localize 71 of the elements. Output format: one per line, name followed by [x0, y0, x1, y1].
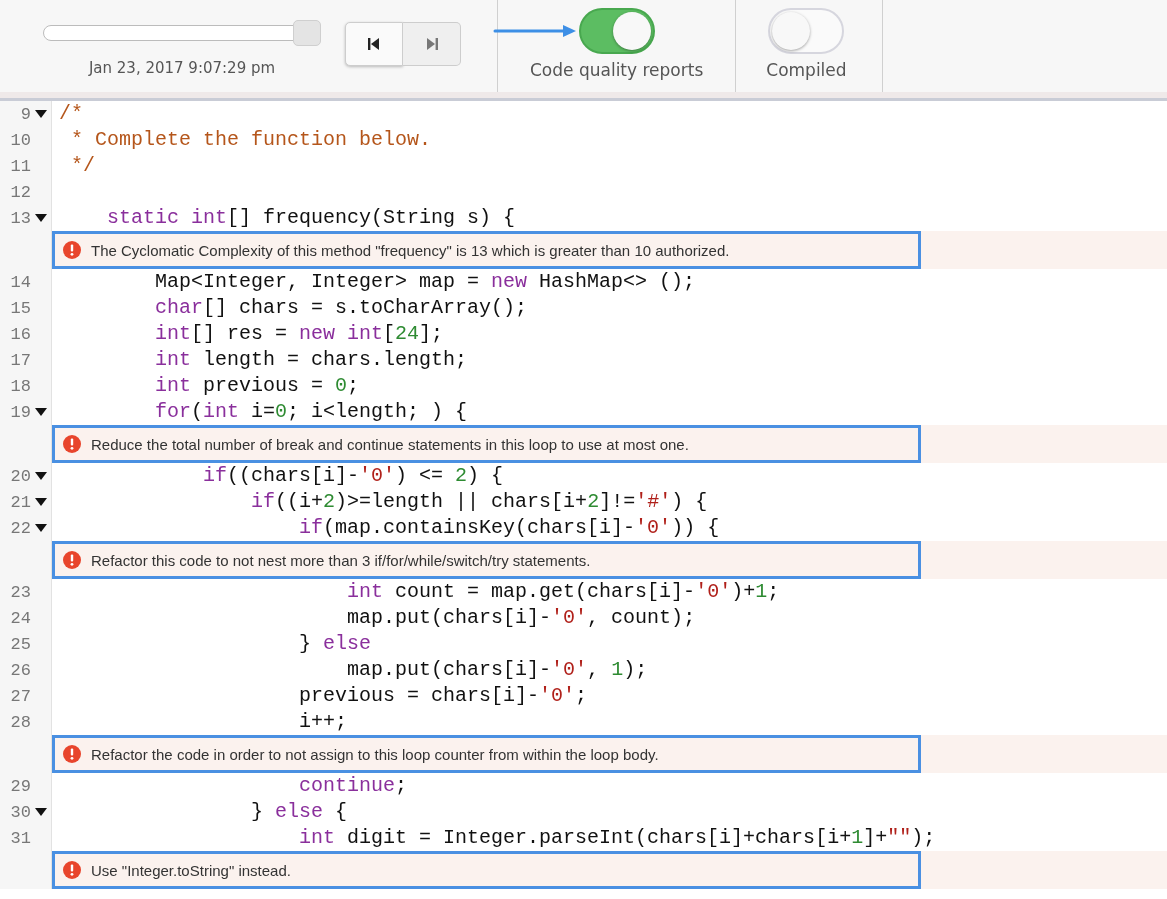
line-number: 24 [10, 608, 31, 628]
line-number: 22 [10, 518, 31, 538]
error-icon [63, 745, 81, 763]
code-line: static int[] frequency(String s) { [106, 206, 516, 229]
timestamp-label: Jan 23, 2017 9:07:29 pm [88, 59, 276, 77]
issue-text: Reduce the total number of break and continue statements in this loop to use at most one. [91, 435, 689, 453]
line-number: 18 [10, 376, 31, 396]
code-line: } else [298, 632, 372, 655]
line-number: 21 [10, 492, 31, 512]
code-line: /* [59, 102, 83, 125]
line-number: 19 [10, 402, 31, 422]
toggle-label: Code quality reports [530, 60, 704, 80]
slider-thumb[interactable] [293, 20, 321, 46]
line-number: 31 [10, 828, 31, 848]
toggle-switch[interactable] [578, 8, 655, 54]
line-number: 15 [10, 298, 31, 318]
error-icon [63, 861, 81, 879]
fold-arrow-icon[interactable] [35, 214, 47, 222]
code-line: */ [70, 154, 95, 177]
code-line: if((i+2)>=length || chars[i+2]!='#') { [250, 490, 708, 513]
code-line: i++; [298, 710, 348, 733]
line-number: 14 [10, 272, 31, 292]
error-icon [63, 551, 81, 569]
issue-text: The Cyclomatic Complexity of this method "frequency" is 13 which is greater than 10 authorized. [91, 241, 730, 259]
skip-to-start-icon [367, 37, 381, 51]
line-number: 10 [10, 130, 31, 150]
error-icon [63, 241, 81, 259]
issue-text: Use "Integer.toString" instead. [91, 861, 291, 879]
skip-to-end-icon [424, 37, 439, 51]
line-number: 11 [10, 156, 31, 176]
code-line: int digit = Integer.parseInt(chars[i]+chars[i+1]+""); [298, 826, 936, 849]
fold-arrow-icon[interactable] [35, 110, 47, 118]
fold-arrow-icon[interactable] [35, 524, 47, 532]
code-line: map.put(chars[i]-'0', count); [346, 606, 696, 629]
code-line: int count = map.get(chars[i]-'0')+1; [346, 580, 780, 603]
code-line: int previous = 0; [154, 374, 360, 397]
code-line: * Complete the function below. [70, 128, 432, 151]
line-number: 12 [10, 182, 31, 202]
fold-arrow-icon[interactable] [35, 472, 47, 480]
fold-arrow-icon[interactable] [35, 808, 47, 816]
code-line: previous = chars[i]-'0'; [298, 684, 588, 707]
line-number: 29 [10, 776, 31, 796]
code-line: char[] chars = s.toCharArray(); [154, 296, 528, 319]
line-number: 26 [10, 660, 31, 680]
line-number: 16 [10, 324, 31, 344]
line-number: 27 [10, 686, 31, 706]
toggle-label: Compiled [766, 60, 847, 80]
code-line: map.put(chars[i]-'0', 1); [346, 658, 648, 681]
code-line: int length = chars.length; [154, 348, 468, 371]
fold-arrow-icon[interactable] [35, 408, 47, 416]
line-number: 9 [20, 104, 31, 124]
line-number: 13 [10, 208, 31, 228]
timeline-slider[interactable] [43, 20, 321, 46]
line-number: 25 [10, 634, 31, 654]
code-line: Map<Integer, Integer> map = new HashMap<> (); [154, 270, 696, 293]
step-button[interactable] [345, 22, 403, 66]
code-line: } else { [250, 800, 348, 823]
code-line: continue; [298, 774, 408, 797]
code-line: if((chars[i]-'0') <= 2) { [202, 464, 504, 487]
fold-arrow-icon[interactable] [35, 498, 47, 506]
code-line: for(int i=0; i<length; ) { [154, 400, 468, 423]
line-number: 17 [10, 350, 31, 370]
code-line: if(map.containsKey(chars[i]-'0')) { [298, 516, 720, 539]
line-number: 23 [10, 582, 31, 602]
line-number: 20 [10, 466, 31, 486]
code-line: int[] res = new int[24]; [154, 322, 444, 345]
issue-text: Refactor the code in order to not assign to this loop counter from within the loop body. [91, 745, 659, 763]
line-number: 30 [10, 802, 31, 822]
issue-text: Refactor this code to not nest more than 3 if/for/while/switch/try statements. [91, 551, 591, 569]
error-icon [63, 435, 81, 453]
line-number: 28 [10, 712, 31, 732]
